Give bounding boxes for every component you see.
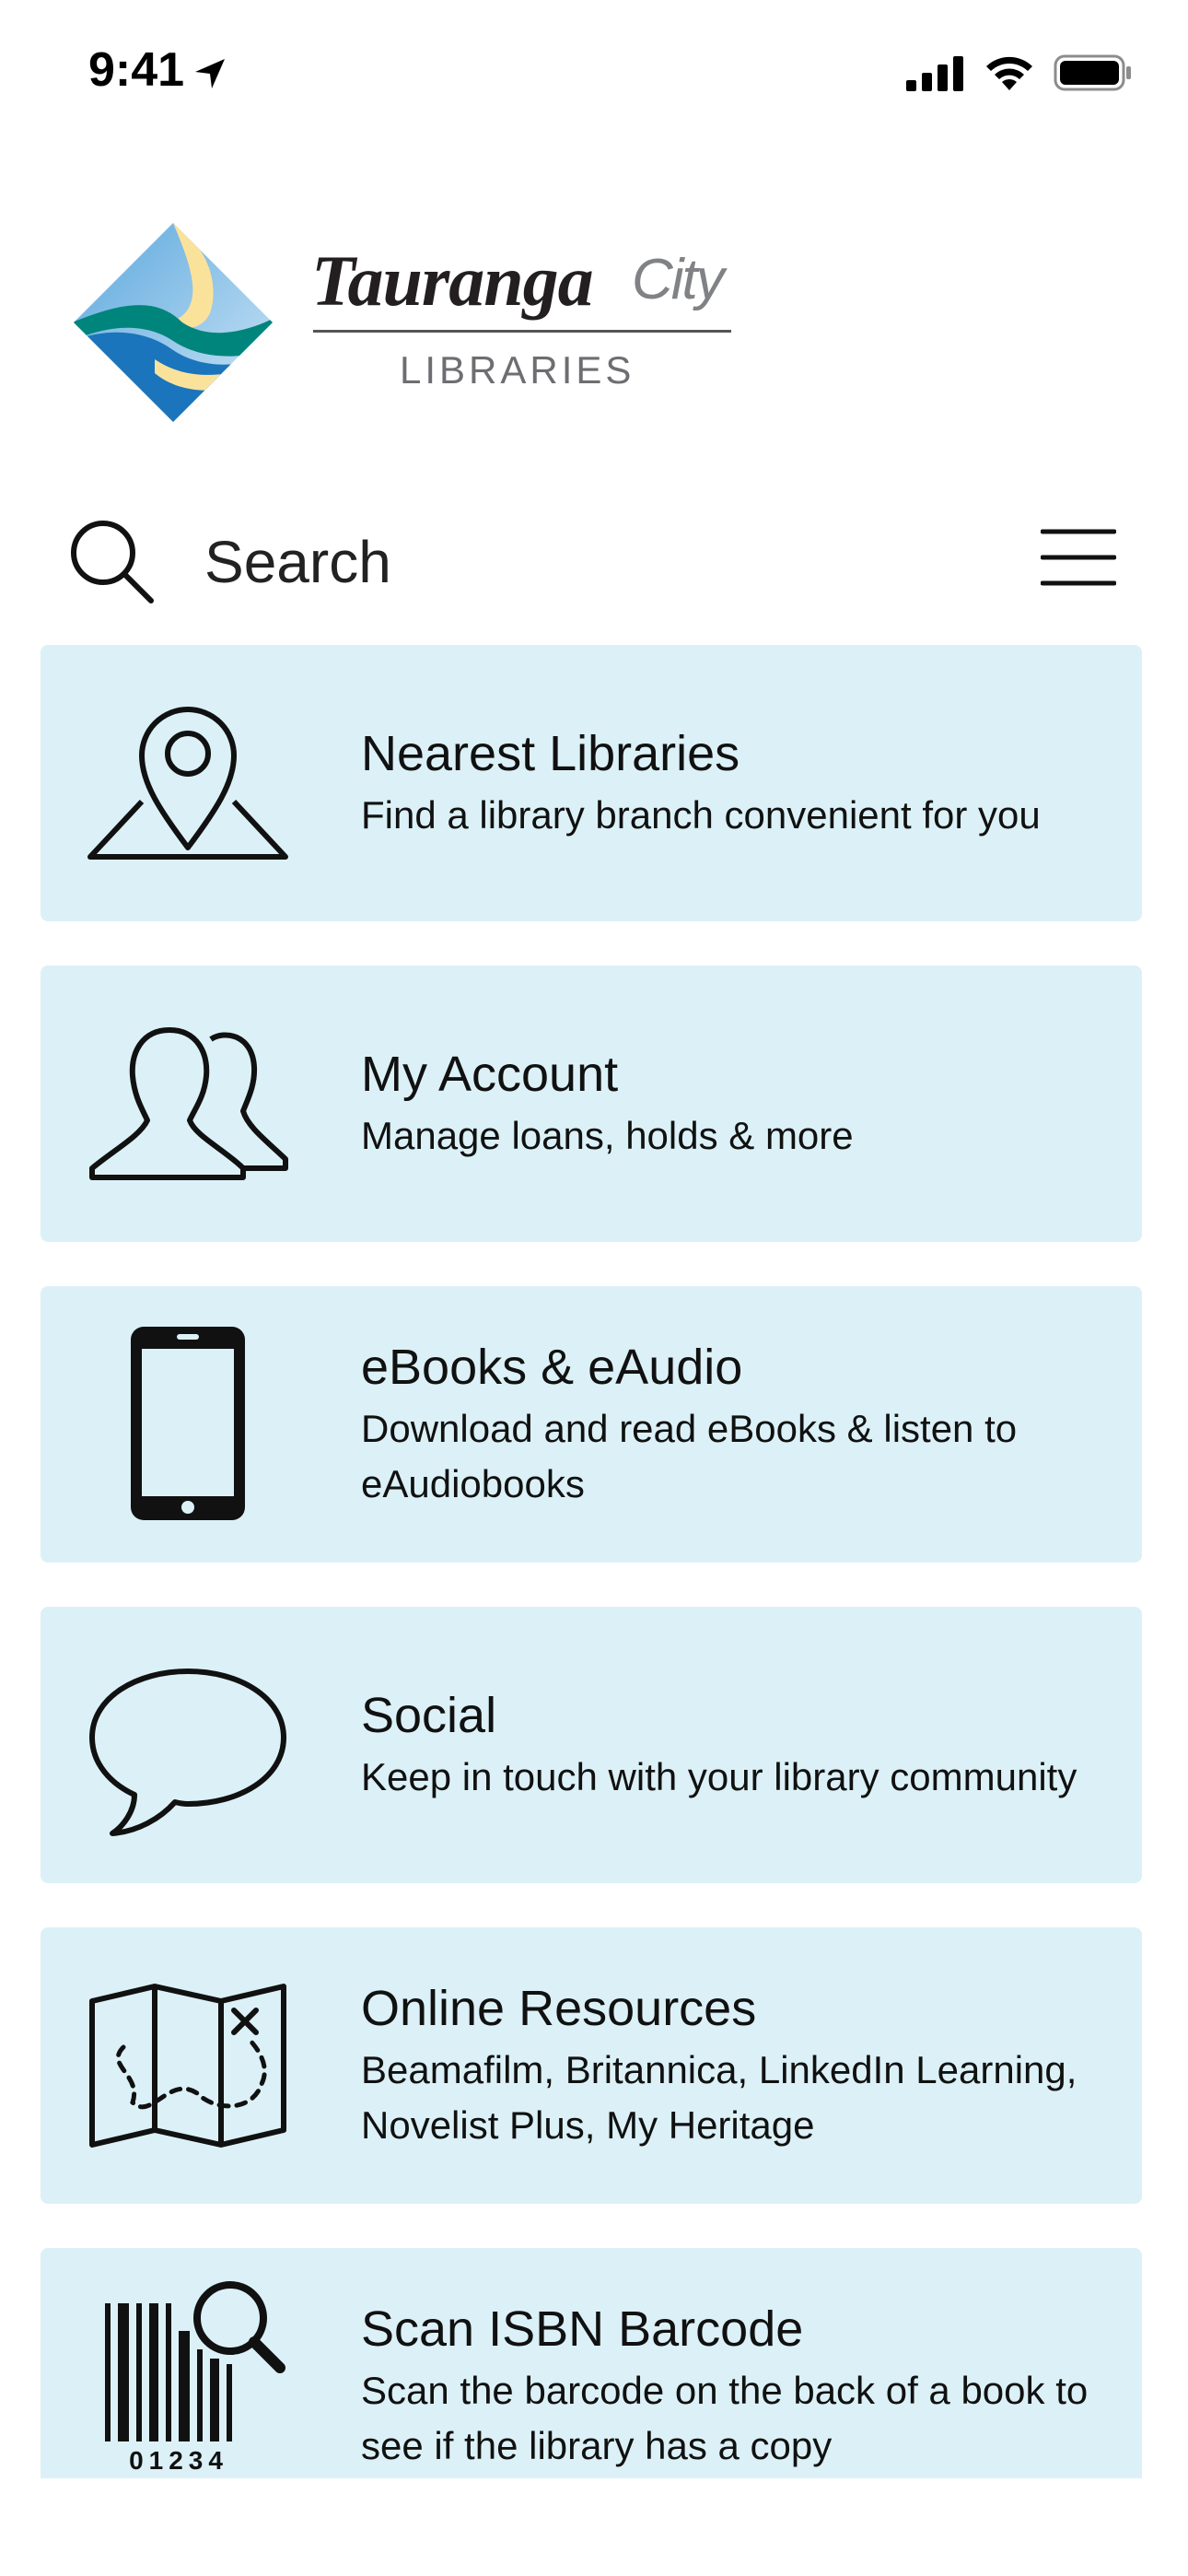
wifi-icon (986, 56, 1032, 90)
card-title: Social (361, 1688, 497, 1743)
card-title: Online Resources (361, 1981, 757, 2036)
logo-text-city: City (632, 248, 725, 311)
card-text: Scan ISBN Barcode Scan the barcode on th… (361, 2248, 1116, 2478)
card-text: Nearest Libraries Find a library branch … (361, 645, 1116, 921)
barcode-digits: 01234 (129, 2446, 228, 2475)
card-title: eBooks & eAudio (361, 1340, 743, 1395)
location-arrow-icon (195, 59, 225, 88)
status-icons (906, 53, 1133, 92)
logo-diamond-icon (74, 223, 273, 422)
card-subtitle: Download and read eBooks & listen to eAu… (361, 1407, 1018, 1505)
search-icon[interactable] (66, 516, 158, 608)
card-subtitle: Manage loans, holds & more (361, 1114, 854, 1157)
card-subtitle: Scan the barcode on the back of a book t… (361, 2369, 1089, 2467)
card-scan-isbn-barcode[interactable]: 01234 Scan ISBN Barcode Scan the barcode… (41, 2248, 1142, 2478)
card-subtitle: Find a library branch convenient for you (361, 793, 1041, 837)
card-text: Social Keep in touch with your library c… (361, 1607, 1116, 1883)
card-my-account[interactable]: My Account Manage loans, holds & more (41, 966, 1142, 1242)
card-text: Online Resources Beamafilm, Britannica, … (361, 1927, 1116, 2204)
card-text: My Account Manage loans, holds & more (361, 966, 1116, 1242)
search-input[interactable] (204, 525, 849, 599)
treasure-map-icon (87, 1964, 289, 2167)
logo-divider (313, 330, 731, 333)
status-time: 9:41 (88, 43, 185, 97)
battery-icon (1054, 54, 1131, 91)
card-title: Scan ISBN Barcode (361, 2301, 804, 2357)
barcode-scan-icon: 01234 (87, 2276, 289, 2478)
menu-cards: Nearest Libraries Find a library branch … (41, 645, 1142, 2248)
status-bar: 9:41 (0, 0, 1188, 138)
card-ebooks-eaudio[interactable]: eBooks & eAudio Download and read eBooks… (41, 1286, 1142, 1563)
card-subtitle: Beamafilm, Britannica, LinkedIn Learning… (361, 2048, 1077, 2147)
card-online-resources[interactable]: Online Resources Beamafilm, Britannica, … (41, 1927, 1142, 2204)
card-clip: 01234 Scan ISBN Barcode Scan the barcode… (41, 2248, 1142, 2478)
signal-icon (906, 56, 963, 91)
logo-text-tauranga: Tauranga (311, 240, 594, 321)
logo-text-libraries: LIBRARIES (400, 348, 635, 392)
phone-icon (87, 1323, 289, 1526)
users-icon (87, 1002, 289, 1205)
card-text: eBooks & eAudio Download and read eBooks… (361, 1286, 1116, 1563)
search-bar (0, 498, 1188, 626)
speech-bubble-icon (87, 1644, 289, 1846)
card-nearest-libraries[interactable]: Nearest Libraries Find a library branch … (41, 645, 1142, 921)
tauranga-libraries-logo: Tauranga City LIBRARIES (72, 221, 735, 433)
hamburger-menu-icon[interactable] (1041, 527, 1116, 588)
card-social[interactable]: Social Keep in touch with your library c… (41, 1607, 1142, 1883)
map-pin-icon (87, 682, 289, 884)
card-title: My Account (361, 1047, 619, 1102)
card-subtitle: Keep in touch with your library communit… (361, 1755, 1077, 1798)
card-title: Nearest Libraries (361, 726, 740, 781)
